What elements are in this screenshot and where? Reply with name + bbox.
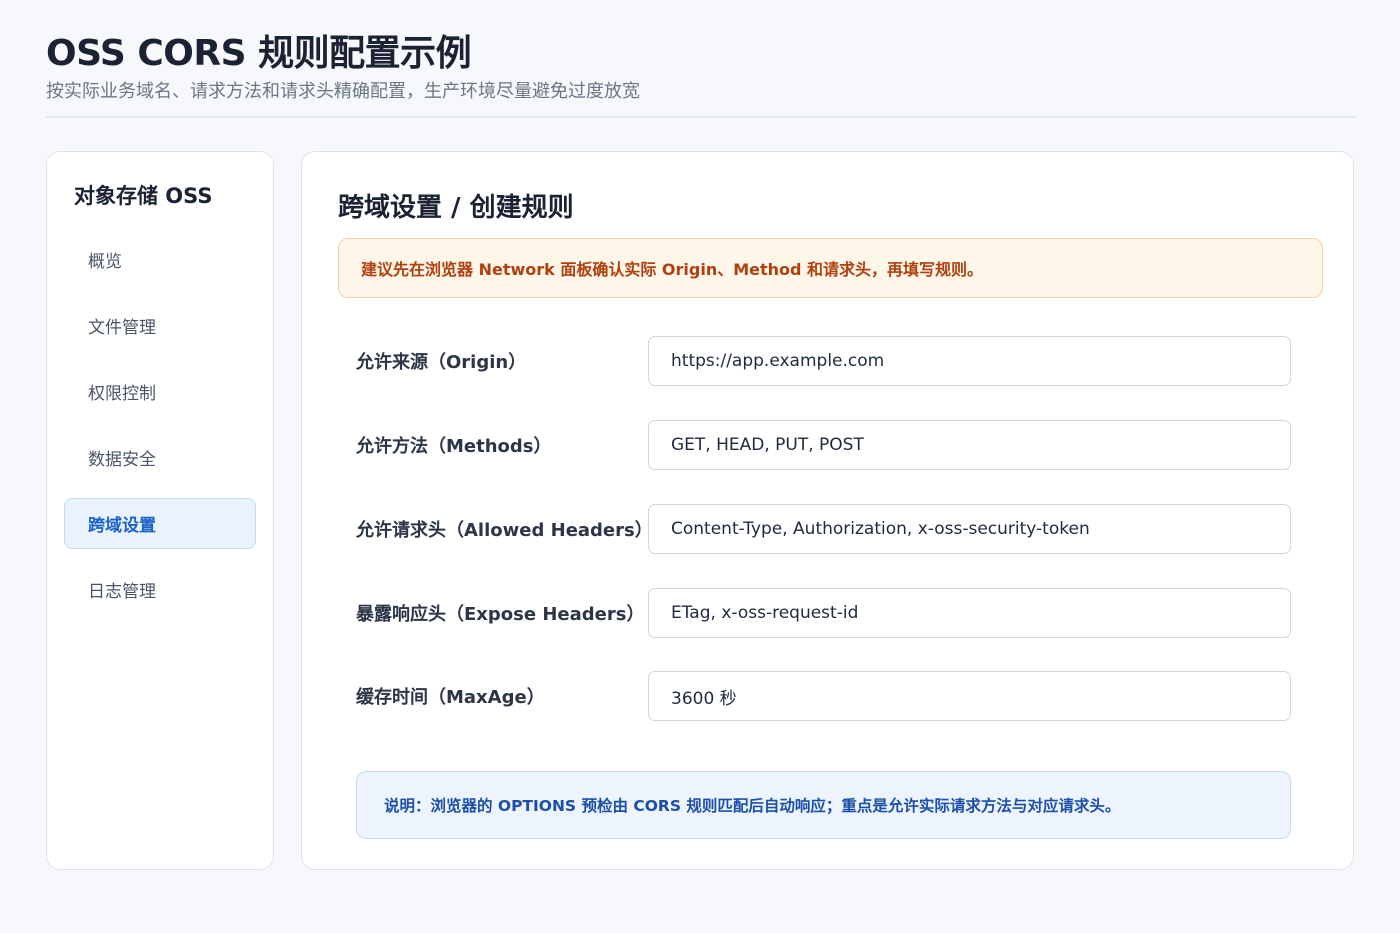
maxage-input[interactable] [648,671,1291,721]
allowed-headers-label: 允许请求头（Allowed Headers） [356,520,653,541]
methods-label: 允许方法（Methods） [356,436,552,457]
info-note: 说明：浏览器的 OPTIONS 预检由 CORS 规则匹配后自动响应；重点是允许… [356,771,1291,839]
origin-input[interactable] [648,336,1291,386]
sidebar-item-file-management[interactable]: 文件管理 [64,300,256,351]
form-row-origin: 允许来源（Origin） [356,336,1291,386]
sidebar: 对象存储 OSS 概览 文件管理 权限控制 数据安全 跨域设置 日志管理 [46,151,274,870]
sidebar-item-log-management[interactable]: 日志管理 [64,564,256,615]
expose-headers-input[interactable] [648,588,1291,638]
expose-headers-label: 暴露响应头（Expose Headers） [356,604,645,625]
page-header: OSS CORS 规则配置示例 按实际业务域名、请求方法和请求头精确配置，生产环… [46,30,1356,118]
maxage-label: 缓存时间（MaxAge） [356,687,545,708]
sidebar-item-overview[interactable]: 概览 [64,234,256,285]
form-row-expose-headers: 暴露响应头（Expose Headers） [356,588,1291,638]
page-title: OSS CORS 规则配置示例 [46,33,472,74]
section-title: 跨域设置 / 创建规则 [338,193,574,223]
main-card: 跨域设置 / 创建规则 建议先在浏览器 Network 面板确认实际 Origi… [301,151,1354,870]
allowed-headers-input[interactable] [648,504,1291,554]
warning-banner: 建议先在浏览器 Network 面板确认实际 Origin、Method 和请求… [338,238,1323,298]
form-row-maxage: 缓存时间（MaxAge） [356,671,1291,721]
methods-input[interactable] [648,420,1291,470]
sidebar-title: 对象存储 OSS [74,184,213,208]
form-row-methods: 允许方法（Methods） [356,420,1291,470]
page-subtitle: 按实际业务域名、请求方法和请求头精确配置，生产环境尽量避免过度放宽 [46,81,640,102]
form-row-allowed-headers: 允许请求头（Allowed Headers） [356,504,1291,554]
origin-label: 允许来源（Origin） [356,352,527,373]
sidebar-item-access-control[interactable]: 权限控制 [64,366,256,417]
sidebar-item-data-security[interactable]: 数据安全 [64,432,256,483]
sidebar-item-cors-settings[interactable]: 跨域设置 [64,498,256,549]
